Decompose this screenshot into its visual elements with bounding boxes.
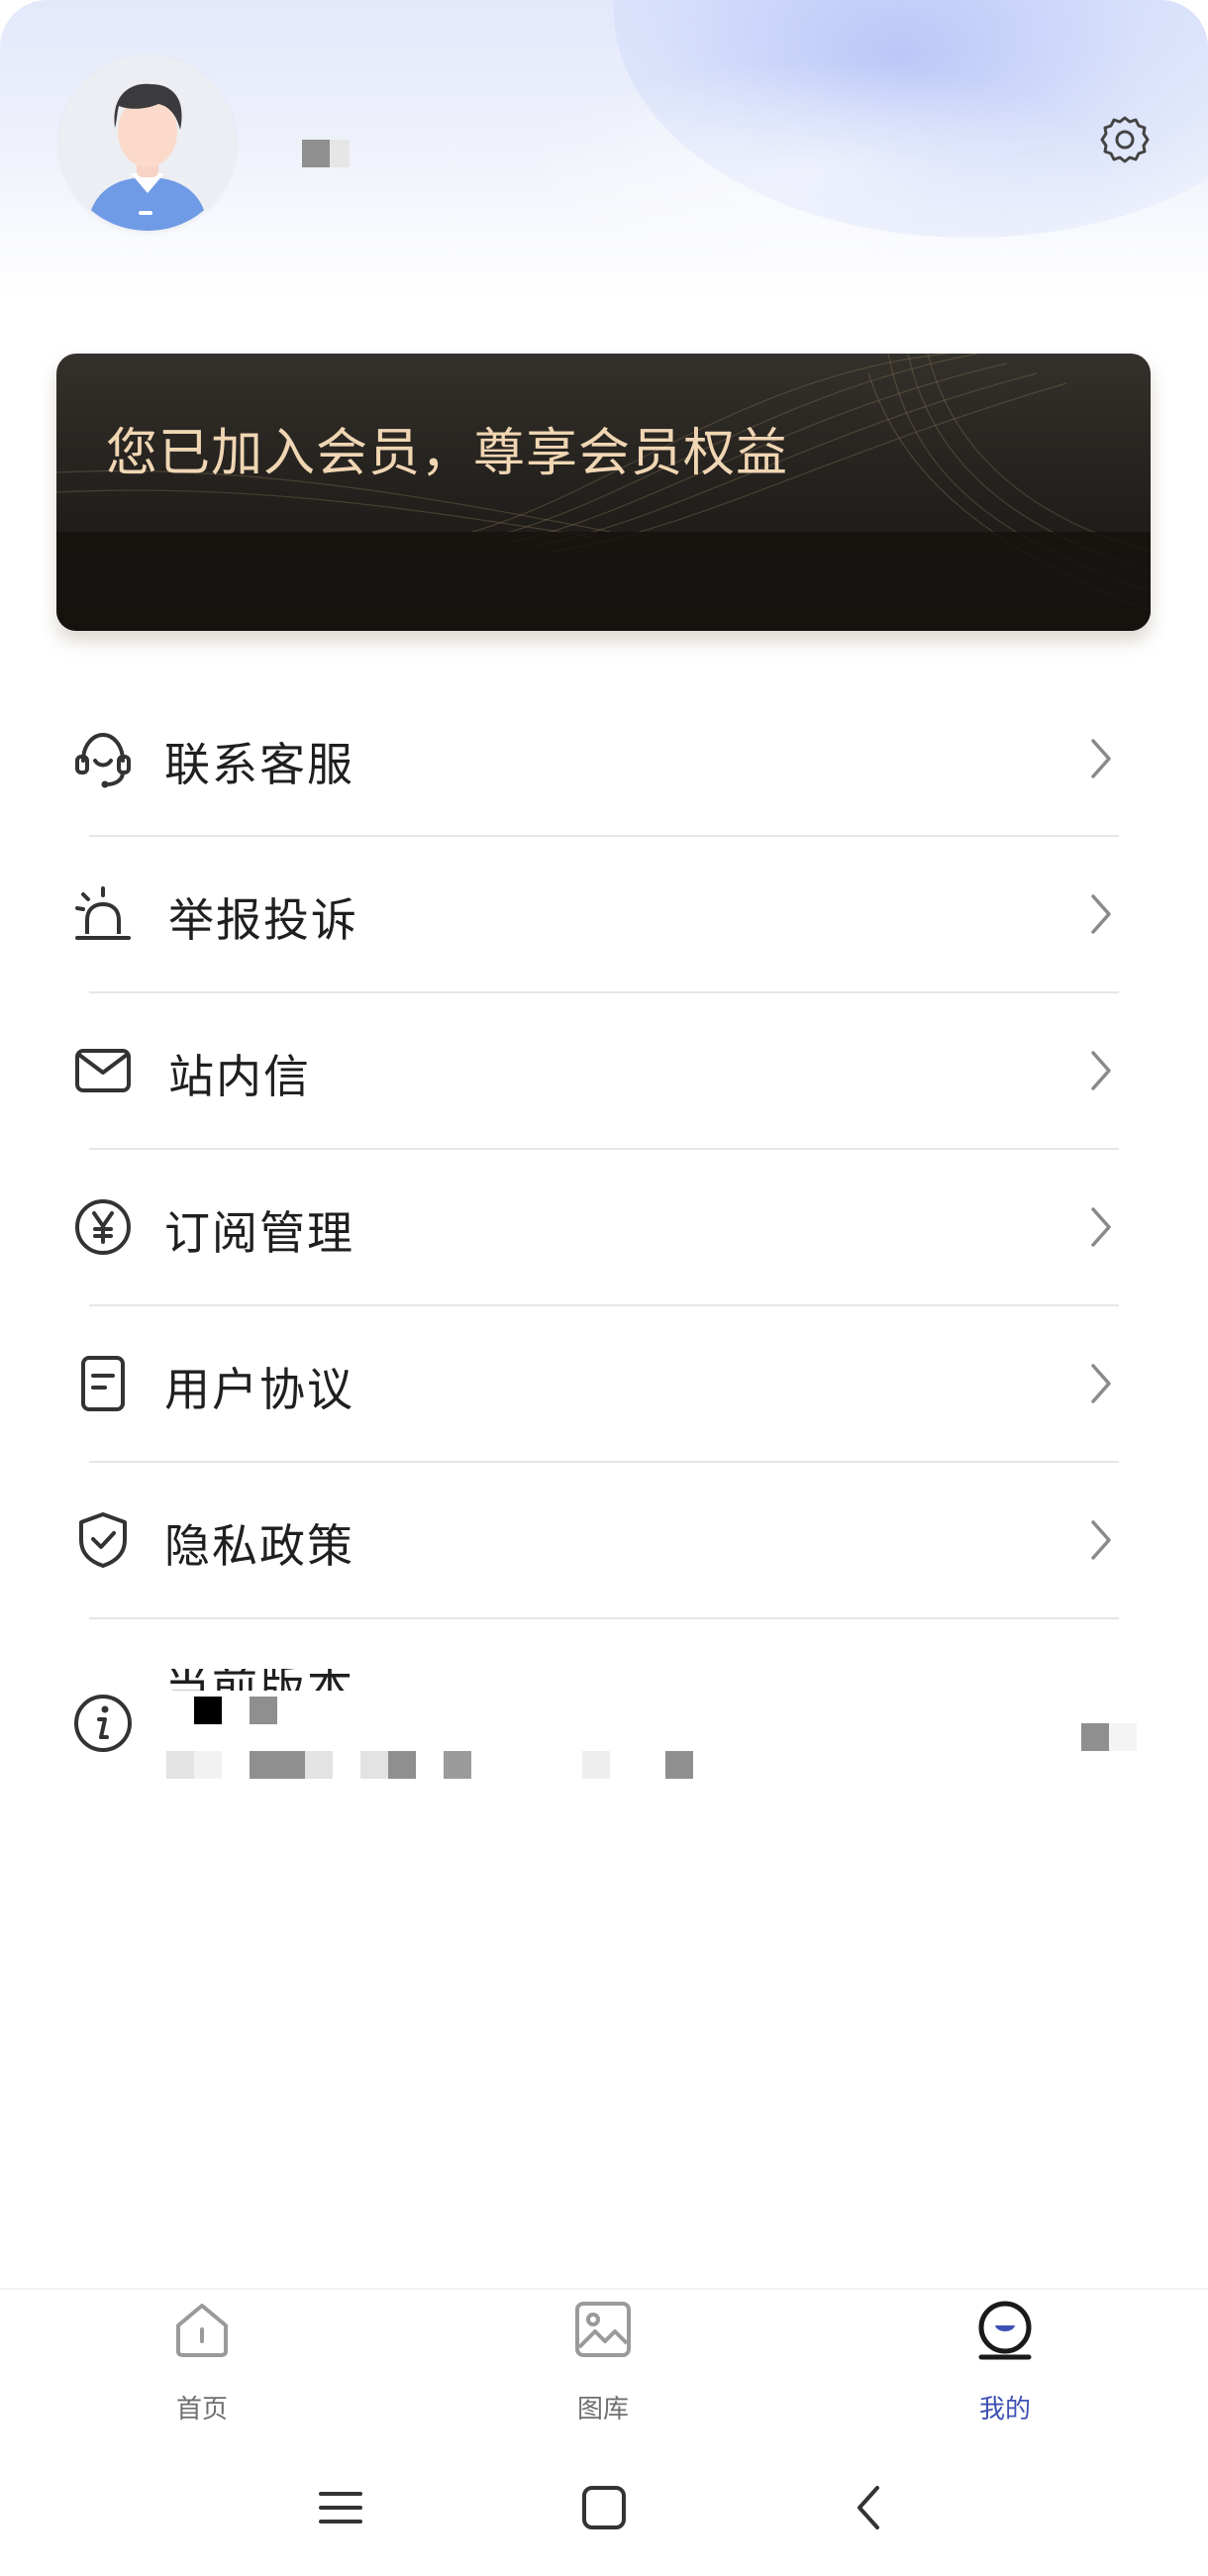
home-icon: [176, 2304, 228, 2357]
card-bottom-band: [56, 532, 1151, 631]
nav-label: 首页: [175, 2395, 228, 2424]
menu-item-current-version[interactable]: 当前版本: [0, 1619, 1208, 1779]
menu-item-report[interactable]: 举报投诉: [0, 837, 1208, 993]
avatar[interactable]: [59, 54, 236, 231]
chevron-right-icon: [1091, 1364, 1111, 1403]
nav-label: 我的: [978, 2395, 1031, 2424]
home-square-icon[interactable]: [574, 2478, 634, 2537]
chevron-right-icon: [1091, 1520, 1111, 1560]
headset-icon: [75, 732, 131, 788]
default-male-avatar-icon: [59, 54, 236, 231]
redaction-block: [305, 1751, 333, 1779]
user-name-redacted: [302, 139, 361, 168]
chevron-right-icon: [1091, 739, 1111, 778]
chevron-right-icon: [1091, 1051, 1111, 1090]
nav-label: 图库: [576, 2395, 629, 2424]
redaction-block: [360, 1751, 388, 1779]
document-icon: [81, 1356, 125, 1411]
menu-item-user-agreement[interactable]: 用户协议: [0, 1306, 1208, 1463]
menu-label: 用户协议: [164, 1363, 354, 1416]
menu-item-inbox[interactable]: 站内信: [0, 993, 1208, 1150]
chevron-right-icon: [1091, 894, 1111, 934]
redaction-block: [582, 1751, 610, 1779]
back-icon[interactable]: [840, 2478, 899, 2537]
gallery-icon: [575, 2302, 631, 2357]
shield-check-icon: [79, 1512, 127, 1568]
menu-label: 订阅管理: [164, 1206, 354, 1260]
menu-item-subscription[interactable]: 订阅管理: [0, 1150, 1208, 1306]
redaction-block: [665, 1751, 693, 1779]
bottom-nav: 首页 图库 我的: [0, 2288, 1208, 2436]
member-card[interactable]: 您已加入会员，尊享会员权益: [56, 354, 1151, 631]
menu-label: 联系客服: [164, 738, 354, 791]
member-status-text: 您已加入会员，尊享会员权益: [106, 424, 789, 483]
redaction-block: [194, 1697, 222, 1724]
gear-icon: [1100, 116, 1150, 163]
version-label-clip: 当前版本: [164, 1669, 362, 1691]
system-navigation-bar: [0, 2436, 1208, 2576]
menu-icon[interactable]: [311, 2478, 370, 2537]
menu-label: 举报投诉: [168, 893, 358, 947]
menu-label: 当前版本: [164, 1669, 354, 1691]
redaction-block: [250, 1697, 277, 1724]
mail-icon: [75, 1049, 131, 1092]
menu-label: 隐私政策: [164, 1519, 354, 1573]
menu-item-customer-service[interactable]: 联系客服: [0, 681, 1208, 838]
yen-icon: [75, 1199, 131, 1255]
redaction-block: [388, 1751, 416, 1779]
redaction-block: [194, 1751, 222, 1779]
nav-tab-gallery[interactable]: 图库: [504, 2290, 702, 2438]
nav-tab-home[interactable]: 首页: [103, 2290, 301, 2438]
menu-item-privacy-policy[interactable]: 隐私政策: [0, 1463, 1208, 1619]
profile-icon: [978, 2301, 1032, 2360]
redaction-block: [444, 1751, 471, 1779]
redaction-block: [250, 1751, 305, 1779]
chevron-right-icon: [1091, 1207, 1111, 1247]
menu-label: 站内信: [168, 1050, 311, 1103]
info-icon: [74, 1695, 132, 1752]
nav-tab-mine[interactable]: 我的: [906, 2290, 1104, 2438]
settings-button[interactable]: [1099, 114, 1151, 165]
redaction-block: [1081, 1723, 1109, 1751]
redaction-block: [1109, 1723, 1137, 1751]
redaction-block: [166, 1751, 194, 1779]
alarm-icon: [75, 886, 131, 940]
